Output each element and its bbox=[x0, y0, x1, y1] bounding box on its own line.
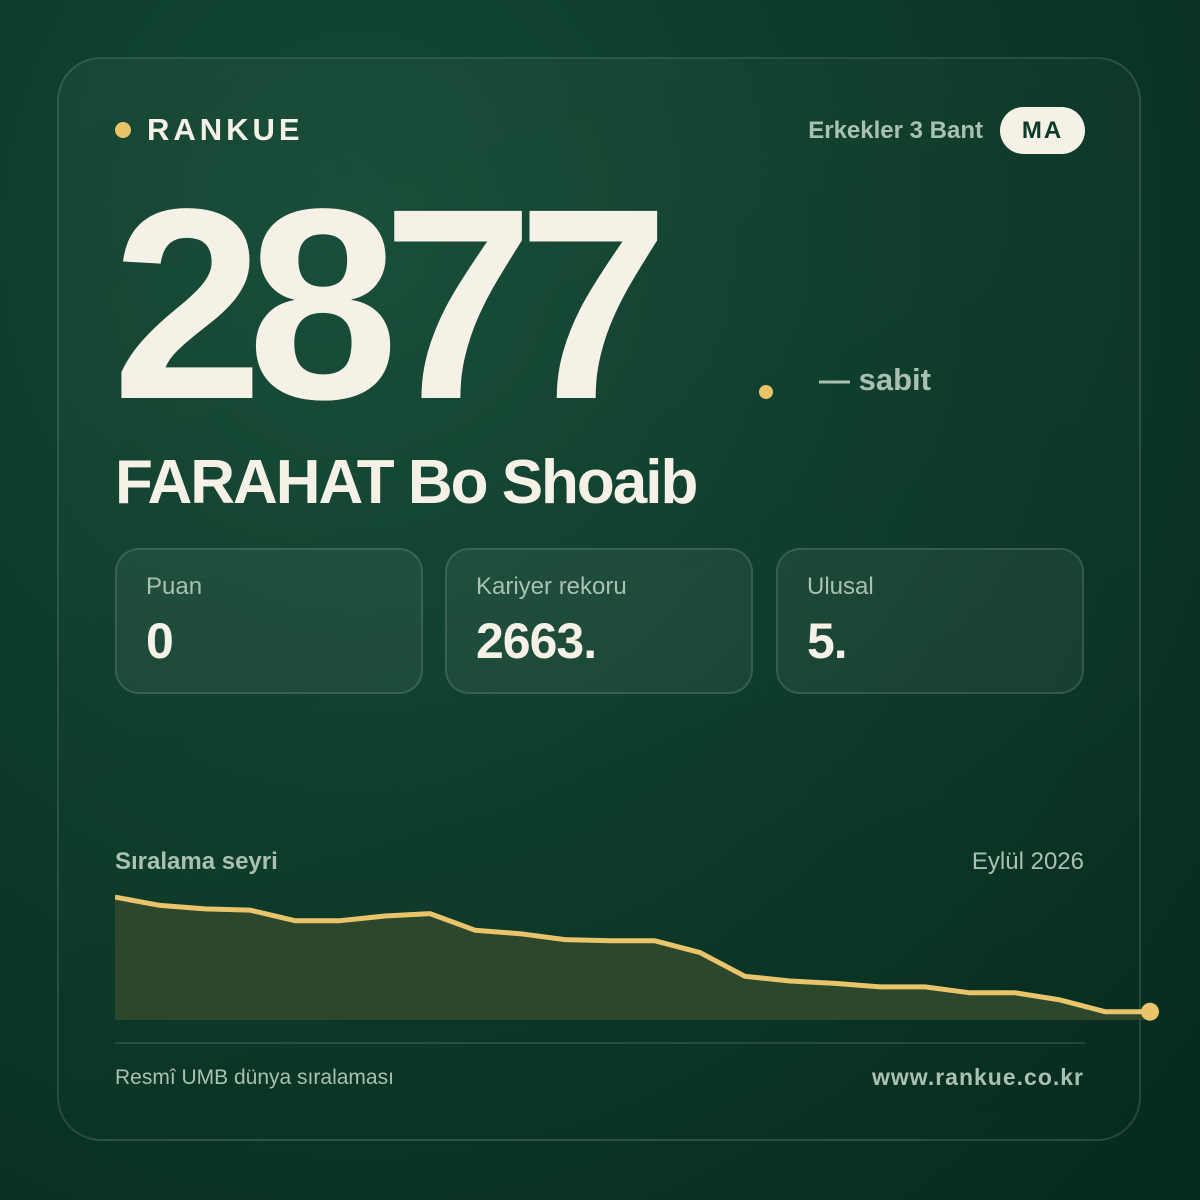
trend-title: Sıralama seyri bbox=[115, 848, 278, 875]
stat-card-points: Puan 0 bbox=[115, 548, 423, 694]
source-label: Resmî UMB dünya sıralaması bbox=[115, 1066, 394, 1089]
stat-card-national: Ulusal 5. bbox=[776, 548, 1084, 694]
stat-card-career-best: Kariyer rekoru 2663. bbox=[445, 548, 753, 694]
stat-value: 5. bbox=[807, 613, 848, 669]
brand-logo: RANKUE bbox=[115, 112, 304, 148]
trend-date: Eylül 2026 bbox=[971, 848, 1084, 875]
rank-change-label: — sabit bbox=[819, 362, 931, 397]
rank-dot-icon bbox=[759, 385, 773, 399]
website-link[interactable]: www.rankue.co.kr bbox=[872, 1064, 1084, 1091]
footer-divider bbox=[115, 1042, 1085, 1044]
stat-label: Kariyer rekoru bbox=[476, 573, 627, 600]
rank-number: 2877 bbox=[112, 152, 669, 456]
stat-value: 2663. bbox=[476, 613, 597, 669]
brand-name: RANKUE bbox=[147, 112, 304, 147]
ranking-trend-chart bbox=[115, 894, 1159, 1021]
stat-value: 0 bbox=[146, 613, 174, 669]
stat-label: Puan bbox=[146, 573, 203, 600]
stat-label: Ulusal bbox=[807, 573, 874, 600]
player-name: FARAHAT Bo Shoaib bbox=[115, 448, 698, 517]
brand-dot-icon bbox=[115, 122, 131, 138]
trend-current-point bbox=[1141, 1002, 1159, 1021]
country-code-badge: MA bbox=[1000, 107, 1085, 154]
category-label: Erkekler 3 Bant bbox=[808, 117, 983, 144]
